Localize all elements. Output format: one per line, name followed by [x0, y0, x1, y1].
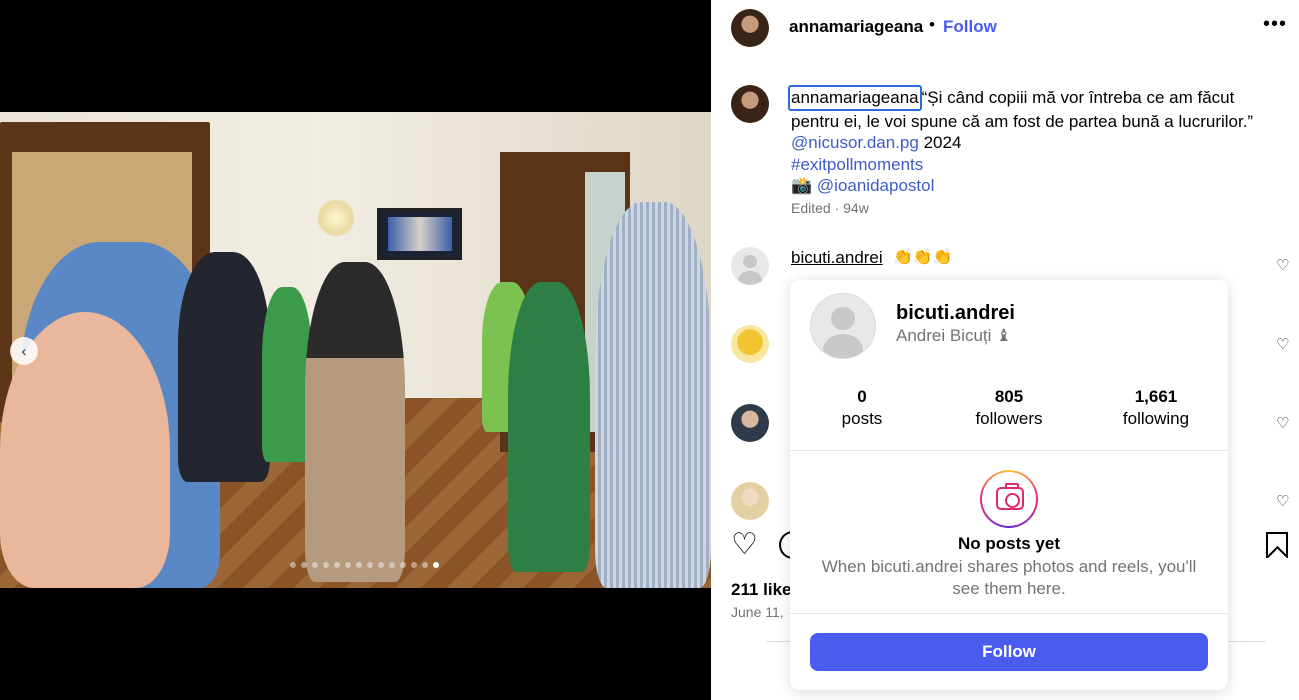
caption-author-username[interactable]: annamariageana: [788, 85, 922, 111]
carousel-prev-button[interactable]: ‹: [10, 337, 38, 365]
carousel-dot[interactable]: [323, 562, 329, 568]
comment-like-icon[interactable]: ♡: [1276, 335, 1292, 353]
stat-value: 805: [994, 387, 1024, 406]
comment-like-icon[interactable]: ♡: [1276, 492, 1292, 510]
author-avatar[interactable]: [731, 9, 769, 47]
camera-icon: 📸: [791, 176, 813, 195]
photo-person-hugging: [305, 262, 405, 582]
stat-label: posts: [841, 409, 883, 428]
photo-person-green-print-dress: [508, 282, 590, 572]
like-icon[interactable]: ♡: [731, 530, 758, 560]
stat-label: followers: [975, 409, 1043, 428]
comment-avatar[interactable]: [731, 325, 769, 363]
carousel-dots: [290, 562, 439, 568]
caption-author-avatar[interactable]: [731, 85, 769, 123]
stat-following[interactable]: 1,661 following: [1091, 387, 1221, 429]
more-options-icon[interactable]: •••: [1263, 13, 1287, 36]
carousel-dot[interactable]: [433, 562, 439, 568]
post-caption: annamariageana “Și când copiii mă vor înt…: [788, 85, 1281, 197]
photo-person-dark-shirt: [178, 252, 270, 482]
hover-card-avatar[interactable]: [810, 293, 876, 359]
hover-card-follow-button[interactable]: Follow: [810, 633, 1208, 671]
carousel-dot[interactable]: [411, 562, 417, 568]
post-date: June 11,: [731, 604, 784, 620]
carousel-dot[interactable]: [334, 562, 340, 568]
carousel-dot[interactable]: [312, 562, 318, 568]
caption-photo-credit-link[interactable]: @ioanidapostol: [817, 176, 934, 195]
media-stage: ‹: [0, 0, 711, 700]
header-separator: •: [929, 15, 935, 34]
comment-text: 👏👏👏: [893, 249, 953, 266]
hover-card-divider: [790, 613, 1228, 614]
stat-label: following: [1122, 409, 1190, 428]
hover-card-username[interactable]: bicuti.andrei: [896, 302, 1015, 325]
carousel-dot[interactable]: [367, 562, 373, 568]
comment-avatar[interactable]: [731, 482, 769, 520]
comment-avatar[interactable]: [731, 404, 769, 442]
comment-like-icon[interactable]: ♡: [1276, 256, 1292, 274]
author-username[interactable]: annamariageana: [789, 17, 923, 37]
stat-value: 0: [857, 387, 867, 406]
profile-hover-card: bicuti.andrei Andrei Bicuți ♝ 0 posts 80…: [790, 280, 1228, 690]
edited-timestamp: Edited · 94w: [791, 200, 869, 216]
comment-like-icon[interactable]: ♡: [1276, 414, 1292, 432]
carousel-dot[interactable]: [389, 562, 395, 568]
carousel-dot[interactable]: [422, 562, 428, 568]
hover-card-full-name: Andrei Bicuți ♝: [896, 326, 1012, 345]
carousel-dot[interactable]: [400, 562, 406, 568]
carousel-dot[interactable]: [345, 562, 351, 568]
carousel-dot[interactable]: [290, 562, 296, 568]
stat-value: 1,661: [1134, 387, 1178, 406]
photo-lamp: [315, 200, 357, 236]
chevron-left-icon: ‹: [21, 342, 27, 360]
hover-card-divider: [790, 450, 1228, 451]
stat-posts: 0 posts: [797, 387, 927, 429]
carousel-dot[interactable]: [356, 562, 362, 568]
caption-year: 2024: [923, 133, 962, 152]
stat-followers[interactable]: 805 followers: [944, 387, 1074, 429]
empty-state-title: No posts yet: [957, 534, 1061, 553]
bookmark-icon[interactable]: [1266, 532, 1288, 558]
carousel-dot[interactable]: [301, 562, 307, 568]
post-photo[interactable]: [0, 112, 711, 588]
header-follow-button[interactable]: Follow: [943, 17, 997, 37]
caption-hashtag-link[interactable]: #exitpollmoments: [791, 155, 923, 174]
empty-state-message: When bicuti.andrei shares photos and ree…: [821, 557, 1197, 598]
caption-mention-link[interactable]: @nicusor.dan.pg: [791, 133, 919, 152]
comment-avatar[interactable]: [731, 247, 769, 285]
photo-person-striped-shirt: [595, 202, 711, 588]
comment-username[interactable]: bicuti.andrei: [791, 248, 883, 268]
photo-tv: [377, 208, 462, 260]
carousel-dot[interactable]: [378, 562, 384, 568]
camera-icon: [996, 483, 1024, 510]
